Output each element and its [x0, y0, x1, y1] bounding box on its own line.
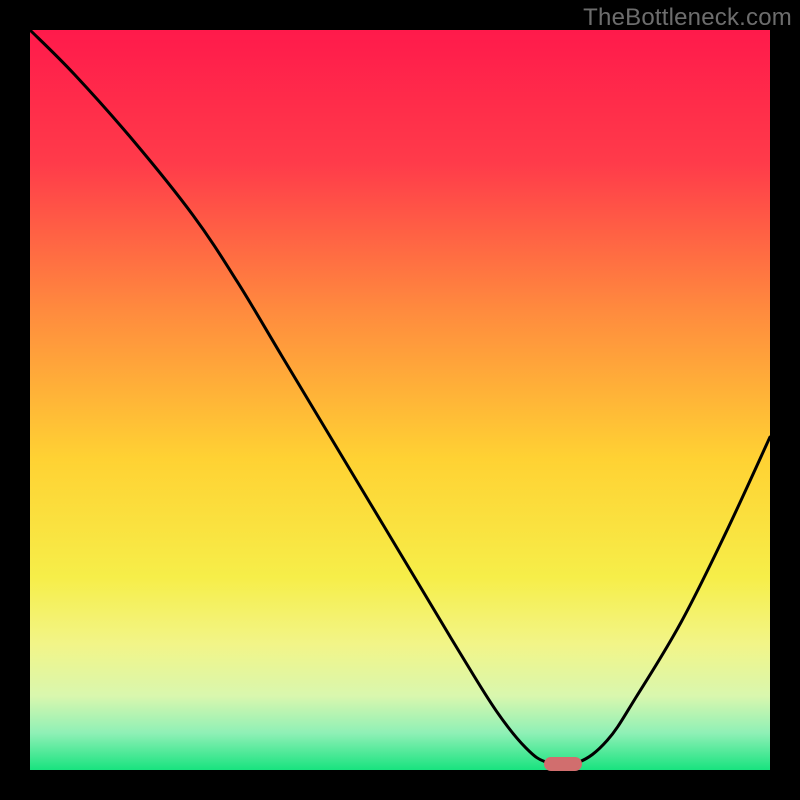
watermark-label: TheBottleneck.com	[583, 4, 792, 32]
chart-frame: TheBottleneck.com	[0, 0, 800, 800]
bottleneck-curve	[30, 30, 770, 765]
optimal-marker	[544, 757, 582, 771]
curve-svg	[30, 30, 770, 770]
plot-area	[30, 30, 770, 770]
